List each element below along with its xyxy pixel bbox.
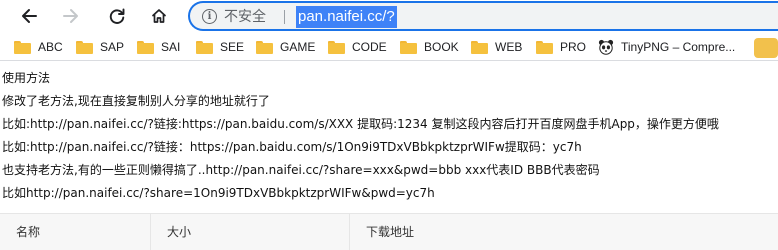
security-label[interactable]: 不安全 xyxy=(224,8,266,26)
folder-icon xyxy=(400,40,417,54)
folder-icon xyxy=(14,40,31,54)
reload-icon xyxy=(109,8,125,24)
bookmark-label: PRO xyxy=(560,40,587,54)
column-header-name[interactable]: 名称 xyxy=(0,214,151,250)
folder-icon xyxy=(328,40,345,54)
folder-icon xyxy=(196,40,213,54)
bookmark-game[interactable]: GAME xyxy=(256,37,315,57)
column-header-size[interactable]: 大小 xyxy=(151,214,350,250)
bookmark-sap[interactable]: SAP xyxy=(76,37,124,57)
usage-line: 比如:http://pan.naifei.cc/?链接：https://pan.… xyxy=(2,140,582,154)
bookmark-web[interactable]: WEB xyxy=(471,37,522,57)
file-table-header: 名称 大小 下载地址 xyxy=(0,213,778,250)
usage-line: 比如http://pan.naifei.cc/?share=1On9i9TDxV… xyxy=(2,186,435,200)
folder-icon xyxy=(536,40,553,54)
usage-line: 也支持老方法,有的一些正则懒得搞了..http://pan.naifei.cc/… xyxy=(2,163,600,177)
forward-button[interactable] xyxy=(58,3,84,29)
bookmark-abc[interactable]: ABC xyxy=(14,37,63,57)
bookmark-sai[interactable]: SAI xyxy=(137,37,180,57)
bookmarks-bar: ABC SAP SAI SEE GAME CODE BOOK WEB PRO T… xyxy=(0,33,778,61)
bookmark-code[interactable]: CODE xyxy=(328,37,387,57)
address-bar[interactable]: i 不安全 pan.naifei.cc/? xyxy=(188,1,778,31)
column-header-download[interactable]: 下载地址 xyxy=(350,214,778,250)
usage-line: 修改了老方法,现在直接复制别人分享的地址就行了 xyxy=(2,94,270,108)
extension-icon[interactable] xyxy=(754,38,778,58)
usage-title: 使用方法 xyxy=(2,71,51,85)
usage-line: 比如:http://pan.naifei.cc/?链接:https://pan.… xyxy=(2,117,719,131)
bookmark-label: WEB xyxy=(495,40,523,54)
bookmark-label: CODE xyxy=(352,40,387,54)
browser-toolbar: i 不安全 pan.naifei.cc/? xyxy=(0,0,778,31)
folder-icon xyxy=(137,40,154,54)
info-icon[interactable]: i xyxy=(202,9,217,24)
bookmark-label: SEE xyxy=(220,40,245,54)
address-divider xyxy=(284,10,285,24)
bookmark-label: SAP xyxy=(100,40,125,54)
home-button[interactable] xyxy=(146,3,172,29)
reload-button[interactable] xyxy=(104,3,130,29)
bookmark-label: BOOK xyxy=(424,40,459,54)
bookmark-label: TinyPNG – Compre... xyxy=(621,40,736,54)
folder-icon xyxy=(256,40,273,54)
bookmark-book[interactable]: BOOK xyxy=(400,37,459,57)
bookmark-pro[interactable]: PRO xyxy=(536,37,586,57)
bookmark-label: GAME xyxy=(280,40,316,54)
bookmark-label: ABC xyxy=(38,40,63,54)
folder-icon xyxy=(471,40,488,54)
back-button[interactable] xyxy=(16,3,42,29)
forward-arrow-icon xyxy=(63,9,78,23)
url-text[interactable]: pan.naifei.cc/? xyxy=(296,6,397,28)
folder-icon xyxy=(76,40,93,54)
back-arrow-icon xyxy=(22,9,37,23)
bookmark-label: SAI xyxy=(161,40,181,54)
home-icon xyxy=(152,9,166,23)
bookmark-tinypng[interactable]: TinyPNG – Compre... xyxy=(598,37,735,57)
panda-icon xyxy=(598,39,614,55)
bookmark-see[interactable]: SEE xyxy=(196,37,244,57)
